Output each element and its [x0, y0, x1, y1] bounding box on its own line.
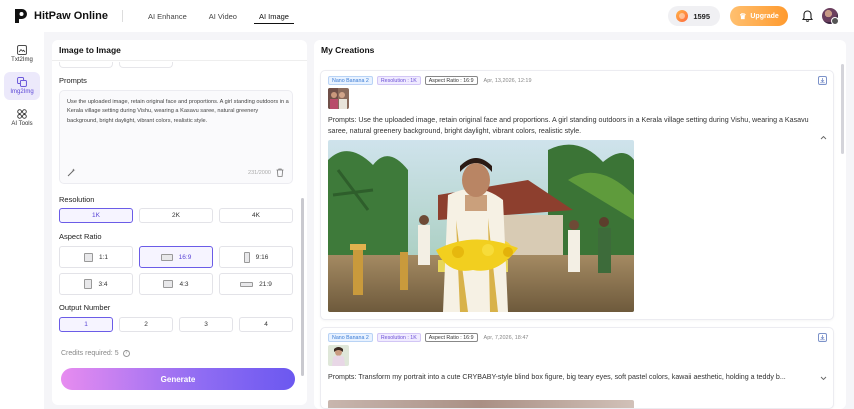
help-icon[interactable]: ?: [122, 350, 130, 357]
credits-count: 1595: [693, 11, 710, 21]
generated-image-partial[interactable]: [328, 400, 634, 408]
creations-scrollbar[interactable]: [841, 64, 844, 154]
creation-card: Nano Banana 2 Resolution : 1K Aspect Rat…: [320, 70, 834, 320]
brand-logo[interactable]: HitPaw Online: [14, 8, 108, 24]
main-nav: AI Enhance AI Video AI Image: [137, 0, 300, 32]
aspect-option-label: 16:9: [178, 253, 192, 261]
aspect-option-label: 3:4: [98, 280, 108, 288]
aspect-option-9-16[interactable]: 9:16: [219, 246, 293, 268]
aspect-option-3-4[interactable]: 3:4: [59, 273, 133, 295]
brand-name: HitPaw Online: [34, 10, 108, 22]
aspect-option-4-3[interactable]: 4:3: [139, 273, 213, 295]
panel-scrollbar[interactable]: [301, 198, 304, 376]
upgrade-button[interactable]: ♛ Upgrade: [730, 6, 788, 26]
prompt-text[interactable]: Use the uploaded image, retain original …: [67, 98, 289, 126]
image-swap-icon: [17, 77, 27, 87]
resolution-tag: Resolution : 1K: [376, 333, 421, 342]
creation-tags: Nano Banana 2 Resolution : 1K Aspect Rat…: [328, 76, 532, 85]
resolution-option-2k[interactable]: 2K: [139, 208, 213, 223]
top-bar: HitPaw Online AI Enhance AI Video AI Ima…: [0, 0, 854, 32]
sidebar-item-label: Txt2Img: [11, 57, 33, 63]
sidebar-item-label: Img2Img: [10, 89, 34, 95]
grid-tools-icon: [17, 109, 27, 119]
resolution-tag: Resolution : 1K: [376, 76, 421, 85]
upload-slot-fragment[interactable]: [59, 62, 113, 68]
creation-tags: Nano Banana 2 Resolution : 1K Aspect Rat…: [328, 333, 529, 342]
my-creations-panel: My Creations Nano Banana 2 Resolution : …: [314, 40, 846, 409]
creation-card: Nano Banana 2 Resolution : 1K Aspect Rat…: [320, 327, 834, 409]
sidebar-item-label: AI Tools: [11, 121, 33, 127]
coin-icon: [676, 10, 689, 22]
header-divider: [121, 10, 123, 22]
nav-ai-enhance[interactable]: AI Enhance: [137, 0, 198, 32]
creation-date: Apr, 7,2026, 18:47: [483, 334, 529, 341]
source-thumbnail[interactable]: [328, 88, 349, 109]
aspect-option-label: 1:1: [98, 253, 109, 261]
sidebar-item-img2img[interactable]: Img2Img: [4, 72, 40, 100]
aspect-ratio-label: Aspect Ratio: [59, 232, 102, 241]
crown-icon: ♛: [739, 11, 747, 21]
image-text-icon: [17, 45, 27, 55]
ratio-portrait-icon: [84, 279, 93, 289]
notification-bell-icon[interactable]: [800, 9, 814, 23]
aspect-option-label: 21:9: [259, 280, 272, 288]
ratio-landscape-icon: [163, 280, 174, 288]
aspect-tag: Aspect Ratio : 16:9: [424, 333, 478, 342]
chevron-down-icon[interactable]: [820, 376, 827, 381]
source-thumbnail[interactable]: [328, 345, 349, 366]
aspect-option-label: 9:16: [255, 253, 269, 261]
creation-prompt: Prompts: Transform my portrait into a cu…: [328, 373, 786, 381]
output-option-4[interactable]: 4: [239, 317, 293, 332]
credits-required: Credits required: 5 ?: [61, 350, 130, 357]
ratio-wide-icon: [160, 253, 173, 261]
nav-ai-video[interactable]: AI Video: [198, 0, 248, 32]
ratio-tall-icon: [243, 251, 250, 263]
image-to-image-panel: Image to Image Prompts Use the uploaded …: [52, 40, 307, 405]
aspect-tag: Aspect Ratio : 16:9: [424, 76, 478, 85]
resolution-option-4k[interactable]: 4K: [219, 208, 293, 223]
hitpaw-logo-icon: [15, 9, 27, 23]
resolution-label: Resolution: [59, 195, 95, 204]
sidebar-item-ai-tools[interactable]: AI Tools: [4, 104, 40, 132]
char-count: 231/2000: [248, 170, 271, 176]
generate-button[interactable]: Generate: [61, 368, 295, 390]
creation-date: Apr, 13,2026, 12:19: [483, 77, 532, 84]
output-option-3[interactable]: 3: [179, 317, 233, 332]
ratio-square-icon: [83, 252, 93, 262]
download-icon[interactable]: [818, 76, 827, 85]
panel-title: Image to Image: [59, 45, 121, 55]
model-tag: Nano Banana 2: [328, 333, 373, 342]
creation-prompt: Prompts: Use the uploaded image, retain …: [328, 116, 809, 135]
sidebar-item-txt2img[interactable]: Txt2Img: [4, 40, 40, 68]
generated-image[interactable]: [328, 140, 634, 312]
output-option-1[interactable]: 1: [59, 317, 113, 332]
chevron-up-icon[interactable]: [820, 135, 827, 140]
aspect-option-label: 4:3: [179, 280, 189, 288]
prompts-label: Prompts: [59, 76, 87, 85]
ratio-ultrawide-icon: [240, 281, 254, 287]
panel-divider: [52, 60, 307, 61]
aspect-option-16-9[interactable]: 16:9: [139, 246, 213, 268]
credits-balance[interactable]: 1595: [668, 6, 720, 26]
upgrade-label: Upgrade: [750, 12, 779, 20]
sidebar: Txt2Img Img2Img AI Tools: [0, 32, 44, 409]
nav-ai-image[interactable]: AI Image: [248, 0, 300, 32]
creations-title: My Creations: [321, 45, 375, 55]
magic-wand-icon[interactable]: [67, 168, 76, 177]
trash-icon[interactable]: [276, 168, 284, 177]
output-option-2[interactable]: 2: [119, 317, 173, 332]
prompt-textarea[interactable]: Use the uploaded image, retain original …: [59, 90, 293, 184]
user-avatar[interactable]: [822, 8, 839, 25]
download-icon[interactable]: [818, 333, 827, 342]
aspect-option-21-9[interactable]: 21:9: [219, 273, 293, 295]
header-actions: 1595 ♛ Upgrade: [668, 6, 839, 26]
model-tag: Nano Banana 2: [328, 76, 373, 85]
output-number-label: Output Number: [59, 303, 111, 312]
credits-required-text: Credits required: 5: [61, 350, 119, 357]
resolution-option-1k[interactable]: 1K: [59, 208, 133, 223]
upload-slot-fragment[interactable]: [119, 62, 173, 68]
aspect-option-1-1[interactable]: 1:1: [59, 246, 133, 268]
